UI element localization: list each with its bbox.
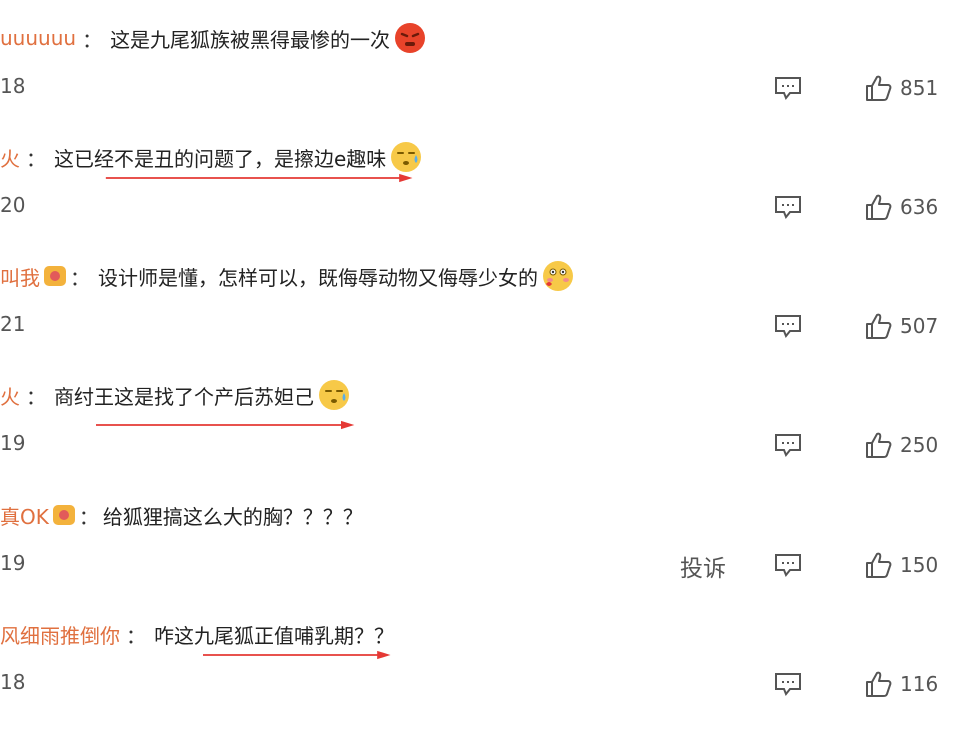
sweat-face-icon [390, 141, 422, 173]
angry-face-icon [394, 22, 426, 54]
comment-date: 20 [0, 193, 26, 217]
fan-badge-icon [44, 266, 66, 286]
comment-line: 叫我 ： 设计师是懂，怎样可以，既侮辱动物又侮辱少女的 [0, 256, 574, 296]
thumbs-up-icon[interactable] [864, 312, 892, 340]
comment-date: 18 [0, 670, 26, 694]
red-arrow-underline [203, 650, 391, 660]
separator: ： [78, 504, 99, 529]
comment-text: 给狐狸搞这么大的胸？？？？ [102, 504, 363, 529]
comment-text: 这是九尾狐族被黑得最惨的一次 [110, 27, 391, 52]
comment-item: 叫我 ： 设计师是懂，怎样可以，既侮辱动物又侮辱少女的 21 507 [0, 256, 960, 375]
comment-line: uuuuuu ： 这是九尾狐族被黑得最惨的一次 [0, 18, 426, 58]
comment-item: 风细雨推倒你 ： 咋这九尾狐正值哺乳期？？ 18 116 [0, 614, 960, 733]
username[interactable]: 风细雨推倒你 [0, 620, 120, 649]
separator: ： [82, 27, 103, 52]
username[interactable]: uuuuuu [0, 26, 76, 50]
separator: ： [126, 623, 146, 648]
report-button[interactable]: 投诉 [680, 549, 726, 583]
like-count: 150 [900, 553, 939, 577]
red-arrow-underline [96, 420, 355, 430]
red-arrow-underline [105, 173, 413, 183]
thumbs-up-icon[interactable] [864, 74, 892, 102]
comment-date: 19 [0, 431, 26, 455]
reply-icon[interactable] [774, 76, 802, 100]
comment-date: 21 [0, 312, 26, 336]
comment-date: 19 [0, 551, 26, 575]
comment-item: 火 ： 商纣王这是找了个产后苏妲己 19 250 [0, 375, 960, 494]
separator: ： [26, 384, 46, 409]
thumbs-up-icon[interactable] [864, 431, 892, 459]
comment-date: 18 [0, 74, 26, 98]
blush-face-icon [542, 260, 574, 292]
reply-icon[interactable] [774, 672, 802, 696]
comment-line: 真OK ： 给狐狸搞这么大的胸？？？？ [0, 495, 363, 535]
sweat-face-icon [318, 379, 350, 411]
reply-icon[interactable] [774, 314, 802, 338]
comment-item: 真OK ： 给狐狸搞这么大的胸？？？？ 19 投诉 150 [0, 495, 960, 614]
separator: ： [26, 146, 46, 171]
like-count: 250 [900, 433, 939, 457]
like-count: 636 [900, 195, 939, 219]
comment-text: 商纣王这是找了个产后苏妲己 [54, 384, 314, 409]
thumbs-up-icon[interactable] [864, 551, 892, 579]
reply-icon[interactable] [774, 433, 802, 457]
username[interactable]: 火 [0, 381, 20, 410]
username[interactable]: 叫我 [0, 262, 40, 291]
comment-line: 火 ： 商纣王这是找了个产后苏妲己 [0, 375, 350, 415]
comment-item: 火 ： 这已经不是丑的问题了，是擦边e趣味 20 636 [0, 137, 960, 256]
username[interactable]: 真OK [0, 501, 49, 530]
comment-text: 设计师是懂，怎样可以，既侮辱动物又侮辱少女的 [98, 265, 538, 290]
thumbs-up-icon[interactable] [864, 670, 892, 698]
like-count: 851 [900, 76, 939, 100]
comment-item: uuuuuu ： 这是九尾狐族被黑得最惨的一次 18 851 [0, 18, 960, 137]
reply-icon[interactable] [774, 553, 802, 577]
comment-line: 风细雨推倒你 ： 咋这九尾狐正值哺乳期？？ [0, 614, 394, 654]
comment-text: 这已经不是丑的问题了，是擦边e趣味 [54, 146, 387, 171]
username[interactable]: 火 [0, 143, 20, 172]
fan-badge-icon [52, 505, 75, 525]
like-count: 507 [900, 314, 939, 338]
thumbs-up-icon[interactable] [864, 193, 892, 221]
like-count: 116 [900, 672, 939, 696]
comment-text: 咋这九尾狐正值哺乳期？？ [154, 623, 394, 648]
separator: ： [70, 265, 90, 290]
comment-line: 火 ： 这已经不是丑的问题了，是擦边e趣味 [0, 137, 422, 177]
reply-icon[interactable] [774, 195, 802, 219]
